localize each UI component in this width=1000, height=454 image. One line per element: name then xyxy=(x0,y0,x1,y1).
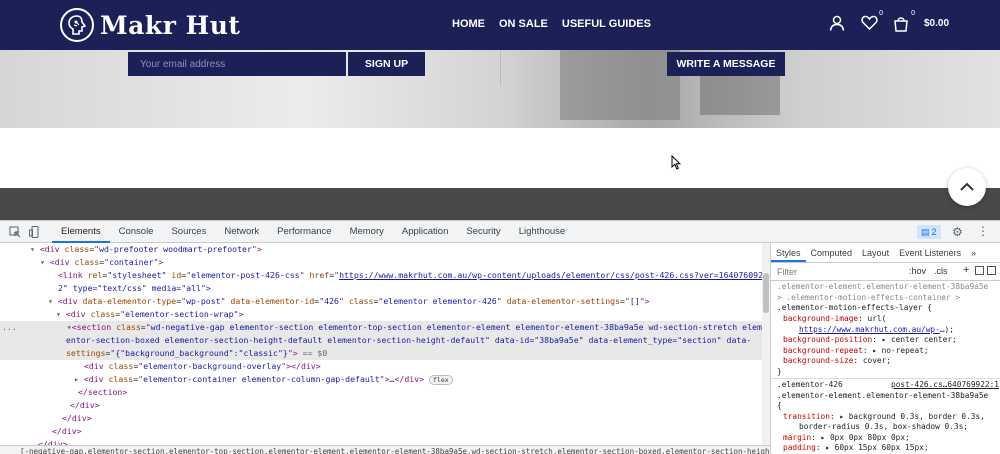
tab-lighthouse[interactable]: Lighthouse xyxy=(510,221,574,243)
style-declaration[interactable]: background-position: ▸ center center; xyxy=(777,335,999,346)
tab-network[interactable]: Network xyxy=(215,221,268,243)
nav-on-sale[interactable]: ON SALE xyxy=(499,18,548,30)
tab-event-listeners[interactable]: Event Listeners xyxy=(894,243,966,262)
nav-useful-guides[interactable]: USEFUL GUIDES xyxy=(562,18,651,30)
cart-total[interactable]: $0.00 xyxy=(924,18,949,29)
tab-memory[interactable]: Memory xyxy=(341,221,393,243)
flex-badge[interactable]: flex xyxy=(429,374,453,385)
style-rule-selector: .elementor-element.elementor-element-38b… xyxy=(777,282,989,291)
scroll-to-top-button[interactable] xyxy=(948,168,986,206)
chevron-up-icon xyxy=(960,182,974,191)
style-rule-selector: .elementor-motion-effects-layer { xyxy=(777,303,932,312)
site-footer xyxy=(0,188,1000,220)
style-rule-open: { xyxy=(777,401,782,410)
styles-filter-row: :hov .cls + xyxy=(771,263,1000,281)
style-declaration[interactable]: background-size: cover; xyxy=(777,356,999,367)
more-vertical-icon[interactable]: ⋮ xyxy=(977,224,989,238)
style-declaration[interactable]: transition: ▸ background 0.3s, border 0.… xyxy=(777,412,999,423)
styles-tabbar: Styles Computed Layout Event Listeners » xyxy=(771,243,1000,263)
stylesheet-source-link[interactable]: post-426.cs…640769922:1 xyxy=(891,380,999,391)
inspect-element-icon[interactable] xyxy=(8,225,22,239)
tab-elements[interactable]: Elements xyxy=(52,221,110,243)
dom-close-tag: </section> xyxy=(78,387,128,397)
dom-node-continuation: 2" type="text/css" media="all"> xyxy=(58,283,211,293)
tab-layout[interactable]: Layout xyxy=(857,243,894,262)
style-declaration[interactable]: background-image: url( xyxy=(777,314,999,325)
dom-node-selected[interactable]: ... ▾<section class="wd-negative-gap elem… xyxy=(0,321,762,334)
style-rule-selector: .elementor-element.elementor-element-38b… xyxy=(777,390,989,400)
hero-divider xyxy=(500,50,501,86)
dom-breadcrumb[interactable]: [-negative-gap.elementor-section.element… xyxy=(0,445,770,454)
cart-count: 0 xyxy=(911,10,915,17)
styles-sidebar: Styles Computed Layout Event Listeners »… xyxy=(770,243,1000,454)
tab-styles[interactable]: Styles xyxy=(771,243,806,262)
tab-performance[interactable]: Performance xyxy=(268,221,340,243)
tab-sources[interactable]: Sources xyxy=(162,221,215,243)
mouse-cursor-icon xyxy=(671,154,682,175)
more-tabs-icon[interactable]: » xyxy=(966,243,981,262)
new-rule-icon[interactable]: + xyxy=(963,264,969,276)
dom-node-selected-continuation: entor-section-boxed elementor-section-he… xyxy=(0,334,762,347)
style-declaration-value[interactable]: https://www.makrhut.com.au/wp-…); xyxy=(777,325,999,336)
brand-name: Makr Hut xyxy=(100,10,241,40)
style-declaration[interactable]: margin: ▸ 0px 0px 80px 0px; xyxy=(777,433,999,444)
dom-node-selected-continuation: settings="{"background_background":"clas… xyxy=(0,347,762,360)
dom-node[interactable]: <div class="elementor-background-overlay… xyxy=(0,360,762,373)
tab-security[interactable]: Security xyxy=(457,221,509,243)
newsletter-email-input[interactable] xyxy=(128,52,346,76)
elements-tree[interactable]: ▾ <div class="wd-prefooter woodmart-pref… xyxy=(0,243,770,454)
device-toolbar-icon[interactable] xyxy=(28,225,42,239)
dom-close-tag: </div> xyxy=(38,439,68,445)
wishlist-count: 0 xyxy=(879,10,883,17)
style-rule-close: } xyxy=(777,366,782,376)
style-rule-selector: .elementor-426 post-426.cs…640769922:1 xyxy=(777,380,999,391)
devtools-tabbar: Elements Console Sources Network Perform… xyxy=(0,221,1000,243)
element-state-icon[interactable] xyxy=(975,266,984,275)
tab-computed[interactable]: Computed xyxy=(806,243,858,262)
scrollbar-thumb[interactable] xyxy=(763,273,769,313)
write-message-button[interactable]: WRITE A MESSAGE xyxy=(667,52,785,76)
brain-circuit-icon xyxy=(60,8,94,42)
site-header: Makr Hut HOME ON SALE USEFUL GUIDES 0 0 … xyxy=(0,0,1000,50)
tab-application[interactable]: Application xyxy=(393,221,457,243)
issues-count: 2 xyxy=(931,227,937,237)
cart-bag-icon[interactable]: 0 xyxy=(892,10,915,32)
nav-home[interactable]: HOME xyxy=(452,18,485,30)
message-icon: ▤ xyxy=(921,226,930,237)
dom-node[interactable]: ▾ <div data-elementor-type="wp-post" dat… xyxy=(0,295,762,308)
site-logo[interactable]: Makr Hut xyxy=(60,8,240,42)
rule-separator xyxy=(771,378,1000,379)
dom-node[interactable]: ▾ <div class="container"> xyxy=(0,256,762,269)
dom-close-tag: </div> xyxy=(70,400,100,410)
main-nav: HOME ON SALE USEFUL GUIDES xyxy=(452,18,651,30)
dom-node[interactable]: <link rel="stylesheet" id="elementor-pos… xyxy=(0,269,762,282)
tab-console[interactable]: Console xyxy=(110,221,163,243)
page-spacer xyxy=(0,128,1000,188)
dom-node[interactable]: ▾ <div class="elementor-section-wrap"> xyxy=(0,308,762,321)
style-declaration[interactable]: background-repeat: ▸ no-repeat; xyxy=(777,346,999,357)
gear-icon[interactable]: ⚙ xyxy=(952,225,963,239)
account-icon[interactable] xyxy=(828,14,846,32)
wishlist-heart-icon[interactable]: 0 xyxy=(860,10,883,32)
dom-node[interactable]: ▾ <div class="wd-prefooter woodmart-pref… xyxy=(0,243,762,256)
style-declaration[interactable]: padding: ▸ 60px 15px 60px 15px; xyxy=(777,443,999,454)
issues-badge[interactable]: ▤ 2 xyxy=(917,225,941,239)
dom-close-tag: </div> xyxy=(52,426,82,436)
header-actions: 0 0 $0.00 xyxy=(828,10,949,32)
dom-close-tag: </div> xyxy=(62,413,92,423)
hero-background-detail xyxy=(700,70,780,115)
elements-scrollbar[interactable] xyxy=(762,243,770,454)
sign-up-button[interactable]: SIGN UP xyxy=(348,52,425,76)
styles-filter-input[interactable] xyxy=(777,266,887,278)
style-declaration-value: border-radius 0.3s, box-shadow 0.3s; xyxy=(799,422,968,431)
browser-viewport: Makr Hut HOME ON SALE USEFUL GUIDES 0 0 … xyxy=(0,0,1000,454)
devtools-panel: Elements Console Sources Network Perform… xyxy=(0,220,1000,454)
dom-node[interactable]: ▸ <div class="elementor-container elemen… xyxy=(0,373,762,386)
style-rule-selector: > .elementor-motion-effects-container > xyxy=(777,292,961,302)
hover-state-toggle[interactable]: :hov xyxy=(909,266,926,276)
computed-sidebar-icon[interactable] xyxy=(987,266,996,275)
hero-background-image xyxy=(560,50,680,120)
class-toggle[interactable]: .cls xyxy=(934,266,948,276)
